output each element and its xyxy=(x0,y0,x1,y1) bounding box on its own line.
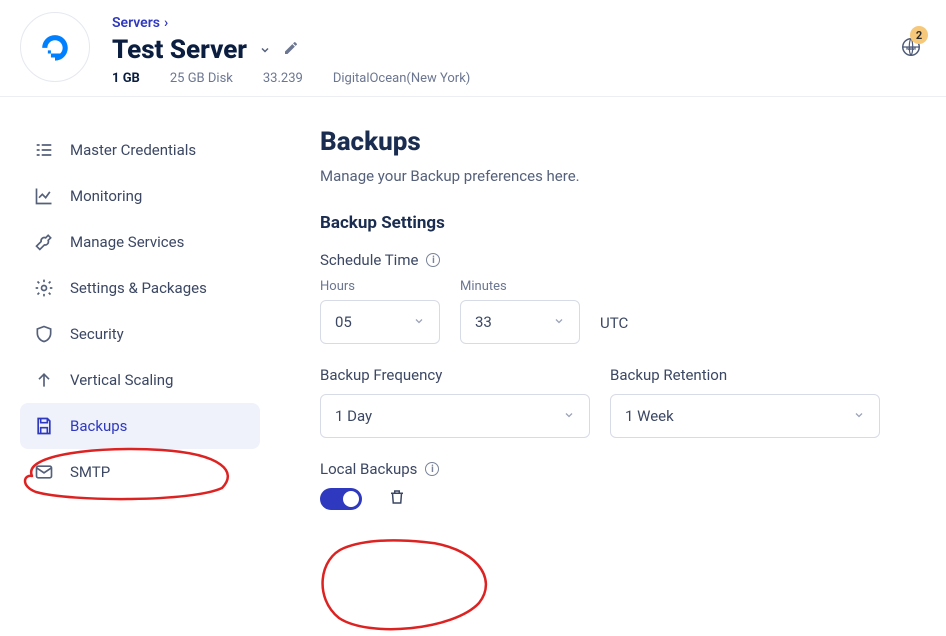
sidebar-item-label: Monitoring xyxy=(70,187,142,205)
info-icon[interactable]: i xyxy=(426,253,440,267)
minutes-value: 33 xyxy=(475,313,492,331)
chevron-down-icon xyxy=(413,313,425,331)
chevron-down-icon xyxy=(553,313,565,331)
notification-count-badge: 2 xyxy=(910,26,928,44)
backup-retention-select[interactable]: 1 Week xyxy=(610,394,880,438)
hours-select[interactable]: 05 xyxy=(320,300,440,344)
chart-icon xyxy=(34,186,54,206)
server-header: Servers › Test Server 1 GB 25 GB Disk 33… xyxy=(0,0,946,97)
page-title: Backups xyxy=(320,127,916,157)
server-disk: 25 GB Disk xyxy=(170,71,233,86)
sidebar-item-label: Master Credentials xyxy=(70,141,196,159)
sidebar: Master Credentials Monitoring Manage Ser… xyxy=(0,127,260,510)
local-backups-label: Local Backups i xyxy=(320,460,916,478)
backup-retention-label: Backup Retention xyxy=(610,366,880,384)
sidebar-item-vertical-scaling[interactable]: Vertical Scaling xyxy=(20,357,260,403)
backup-frequency-value: 1 Day xyxy=(335,407,372,425)
breadcrumb[interactable]: Servers › xyxy=(112,15,168,31)
edit-server-button[interactable] xyxy=(283,40,299,60)
save-icon xyxy=(34,416,54,436)
sidebar-item-monitoring[interactable]: Monitoring xyxy=(20,173,260,219)
sidebar-item-settings-packages[interactable]: Settings & Packages xyxy=(20,265,260,311)
chevron-right-icon: › xyxy=(164,15,168,31)
schedule-time-label: Schedule Time i xyxy=(320,251,916,269)
arrow-up-icon xyxy=(34,370,54,390)
local-backups-toggle[interactable] xyxy=(320,488,362,510)
sidebar-item-manage-services[interactable]: Manage Services xyxy=(20,219,260,265)
delete-local-backups-button[interactable] xyxy=(388,488,406,510)
backup-settings-heading: Backup Settings xyxy=(320,213,916,233)
digitalocean-icon xyxy=(38,30,72,64)
sidebar-item-label: Backups xyxy=(70,417,127,435)
server-switch-dropdown[interactable] xyxy=(259,41,271,60)
chevron-down-icon xyxy=(259,44,271,56)
backup-frequency-select[interactable]: 1 Day xyxy=(320,394,590,438)
minutes-select[interactable]: 33 xyxy=(460,300,580,344)
chevron-down-icon xyxy=(853,407,865,425)
breadcrumb-label: Servers xyxy=(112,15,160,31)
backup-retention-value: 1 Week xyxy=(625,407,674,425)
server-ram: 1 GB xyxy=(112,71,140,86)
sidebar-item-label: Settings & Packages xyxy=(70,279,207,297)
wrench-icon xyxy=(34,232,54,252)
page-subtitle: Manage your Backup preferences here. xyxy=(320,167,916,185)
main-content: Backups Manage your Backup preferences h… xyxy=(260,127,946,510)
sidebar-item-label: Security xyxy=(70,325,124,343)
list-icon xyxy=(34,140,54,160)
server-provider: DigitalOcean(New York) xyxy=(333,71,470,86)
provider-logo xyxy=(20,12,90,82)
sidebar-item-security[interactable]: Security xyxy=(20,311,260,357)
hours-label: Hours xyxy=(320,279,440,294)
server-ip: 33.239 xyxy=(263,71,303,86)
notifications-button[interactable]: www 2 xyxy=(900,36,922,62)
backup-frequency-label: Backup Frequency xyxy=(320,366,590,384)
shield-icon xyxy=(34,324,54,344)
server-info: Servers › Test Server 1 GB 25 GB Disk 33… xyxy=(112,12,470,86)
chevron-down-icon xyxy=(563,407,575,425)
sidebar-item-backups[interactable]: Backups xyxy=(20,403,260,449)
sidebar-item-label: SMTP xyxy=(70,463,110,481)
gear-icon xyxy=(34,278,54,298)
timezone-label: UTC xyxy=(600,314,628,344)
pencil-icon xyxy=(283,40,299,56)
sidebar-item-smtp[interactable]: SMTP xyxy=(20,449,260,495)
hours-value: 05 xyxy=(335,313,352,331)
annotation-circle-local-backups xyxy=(314,538,494,634)
trash-icon xyxy=(388,488,406,506)
server-name: Test Server xyxy=(112,35,247,65)
sidebar-item-label: Vertical Scaling xyxy=(70,371,173,389)
sidebar-item-master-credentials[interactable]: Master Credentials xyxy=(20,127,260,173)
server-meta: 1 GB 25 GB Disk 33.239 DigitalOcean(New … xyxy=(112,71,470,86)
info-icon[interactable]: i xyxy=(425,462,439,476)
svg-text:www: www xyxy=(906,47,917,52)
minutes-label: Minutes xyxy=(460,279,580,294)
sidebar-item-label: Manage Services xyxy=(70,233,184,251)
mail-icon xyxy=(34,462,54,482)
